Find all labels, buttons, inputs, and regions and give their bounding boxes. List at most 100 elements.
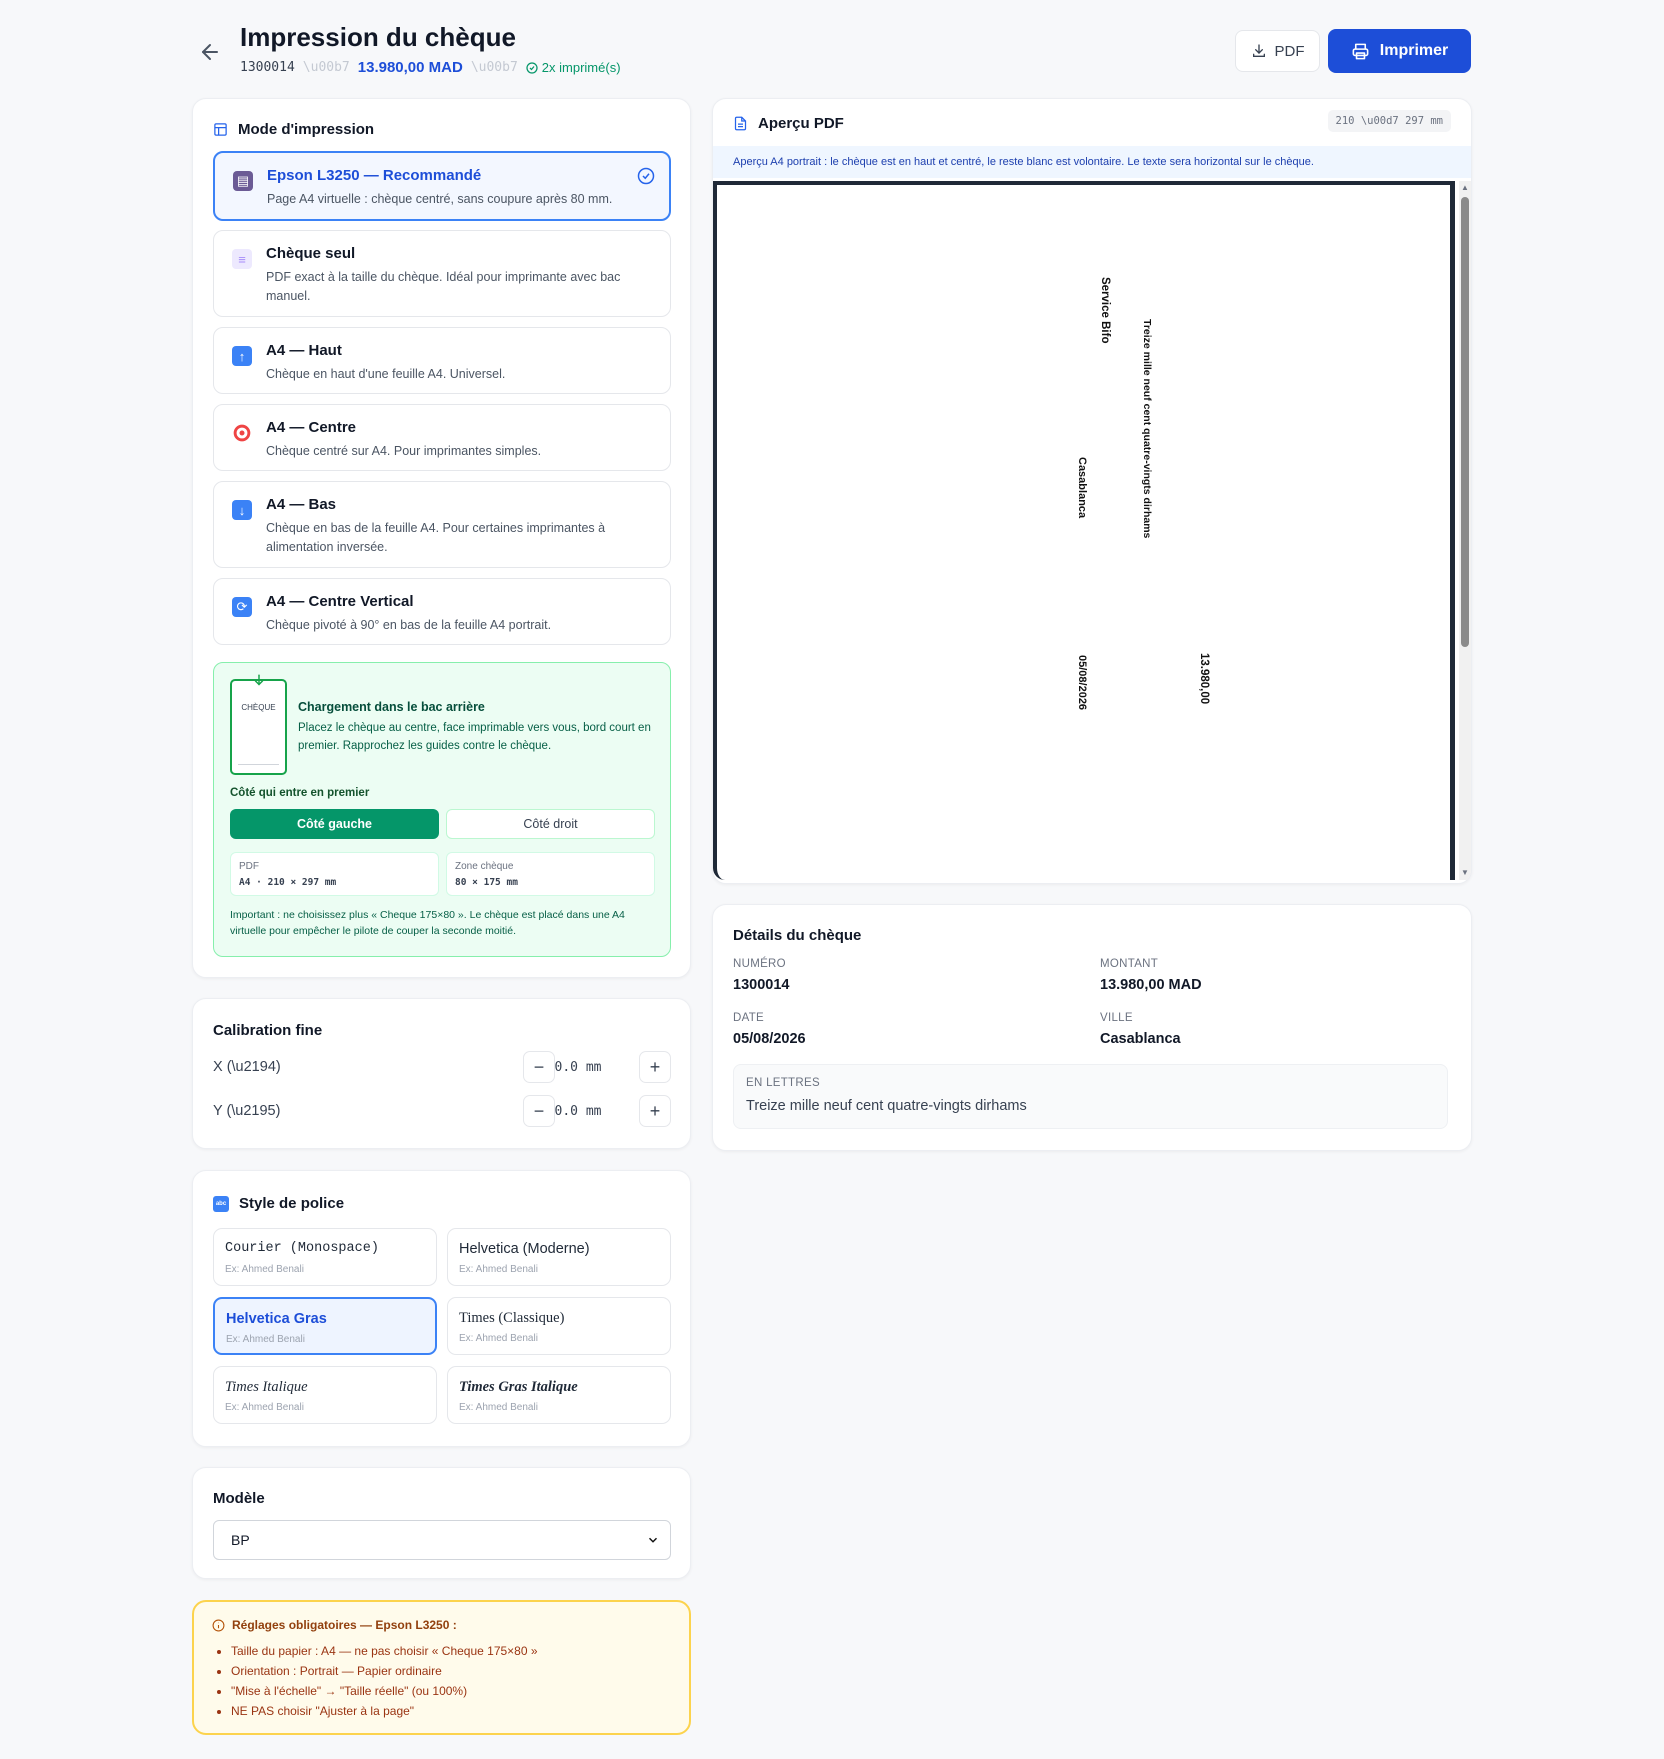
document-icon: ≡: [232, 249, 252, 269]
cheque-illustration-line: [238, 764, 279, 765]
font-option-name: Times Italique: [225, 1379, 308, 1395]
side-label: Côté qui entre en premier: [230, 787, 370, 799]
font-option-courier[interactable]: Courier (Monospace) Ex: Ahmed Benali: [213, 1228, 437, 1286]
separator: \u00b7: [302, 60, 350, 75]
font-option-times-gras-italique[interactable]: Times Gras Italique Ex: Ahmed Benali: [447, 1366, 671, 1424]
pdf-dimensions-badge: 210 \u00d7 297 mm: [1327, 110, 1451, 132]
mode-option-a4-haut[interactable]: ↑ A4 — Haut Chèque en haut d'une feuille…: [213, 327, 671, 394]
cheque-zone-info: Zone chèque 80 × 175 mm: [446, 852, 655, 896]
font-option-example: Ex: Ahmed Benali: [459, 1264, 538, 1275]
required-settings-warning: Réglages obligatoires — Epson L3250 : Ta…: [192, 1600, 691, 1735]
pdf-size-label: PDF: [239, 861, 259, 872]
download-pdf-button[interactable]: PDF: [1235, 30, 1320, 72]
calibration-y-label: Y (\u2195): [213, 1103, 281, 1119]
side-left-button[interactable]: Côté gauche: [230, 809, 439, 839]
printed-count-label: 2x imprimé(s): [541, 60, 621, 75]
cheque-details-title: Détails du chèque: [733, 927, 862, 944]
font-option-example: Ex: Ahmed Benali: [459, 1402, 538, 1413]
check-circle-icon: [526, 61, 538, 74]
arrow-up-icon: ↑: [232, 346, 252, 366]
mode-option-desc: Chèque en bas de la feuille A4. Pour cer…: [266, 521, 606, 554]
pdf-preview-title: Aperçu PDF: [733, 115, 844, 132]
y-offset-value: 0.0 mm: [554, 1104, 602, 1119]
cheque-zone-label: Zone chèque: [455, 861, 514, 872]
date-label: DATE: [733, 1012, 765, 1024]
mode-option-epson[interactable]: ▤ Epson L3250 — Recommandé Page A4 virtu…: [213, 151, 671, 221]
font-style-title-label: Style de police: [239, 1195, 345, 1212]
warning-title-label: Réglages obligatoires — Epson L3250 :: [232, 1618, 457, 1632]
selected-check-icon: [637, 167, 655, 185]
font-option-name: Times (Classique): [459, 1310, 565, 1326]
font-option-times[interactable]: Times (Classique) Ex: Ahmed Benali: [447, 1297, 671, 1355]
warning-item: NE PAS choisir "Ajuster à la page": [231, 1701, 538, 1721]
preview-payee: Service Bifo: [1099, 277, 1111, 344]
font-abc-icon: abc: [213, 1195, 229, 1212]
font-style-card: abc Style de police Courier (Monospace) …: [192, 1170, 691, 1447]
mode-option-cheque-seul[interactable]: ≡ Chèque seul PDF exact à la taille du c…: [213, 230, 671, 317]
rotate-icon: ⟳: [232, 597, 252, 617]
y-increment-button[interactable]: +: [639, 1095, 671, 1127]
font-option-example: Ex: Ahmed Benali: [226, 1334, 305, 1345]
montant-value: 13.980,00 MAD: [1100, 977, 1202, 993]
mode-option-desc: PDF exact à la taille du chèque. Idéal p…: [266, 270, 621, 303]
calibration-y-row: Y (\u2195) − 0.0 mm +: [213, 1095, 673, 1129]
side-right-button[interactable]: Côté droit: [446, 809, 655, 839]
font-option-helvetica[interactable]: Helvetica (Moderne) Ex: Ahmed Benali: [447, 1228, 671, 1286]
print-button[interactable]: Imprimer: [1328, 29, 1471, 73]
warning-title: Réglages obligatoires — Epson L3250 :: [212, 1618, 457, 1632]
date-value: 05/08/2026: [733, 1031, 806, 1047]
warning-item: Taille du papier : A4 — ne pas choisir «…: [231, 1641, 538, 1661]
mode-option-a4-bas[interactable]: ↓ A4 — Bas Chèque en bas de la feuille A…: [213, 481, 671, 568]
pdf-page-preview: Service Bifo Treize mille neuf cent quat…: [713, 181, 1455, 880]
loading-instructions: CHÈQUE Chargement dans le bac arrière Pl…: [213, 662, 671, 957]
font-option-times-italique[interactable]: Times Italique Ex: Ahmed Benali: [213, 1366, 437, 1424]
preview-date: 05/08/2026: [1076, 655, 1088, 711]
scroll-up-arrow-icon[interactable]: ▲: [1461, 184, 1469, 192]
layout-icon: [214, 123, 227, 136]
info-icon: [212, 1619, 225, 1631]
back-arrow-icon[interactable]: [198, 40, 222, 64]
numero-label: NUMÉRO: [733, 958, 786, 970]
mode-option-desc: Chèque centré sur A4. Pour imprimantes s…: [266, 444, 542, 458]
loading-desc: Placez le chèque au centre, face imprima…: [298, 722, 651, 752]
pdf-preview-card: Aperçu PDF 210 \u00d7 297 mm Aperçu A4 p…: [712, 98, 1472, 884]
font-option-name: Helvetica (Moderne): [459, 1241, 590, 1257]
font-style-title: abc Style de police: [213, 1195, 344, 1212]
pdf-preview-info: Aperçu A4 portrait : le chèque est en ha…: [713, 146, 1471, 178]
cheque-amount: 13.980,00 MAD: [357, 59, 463, 76]
calibration-x-label: X (\u2194): [213, 1059, 281, 1075]
arrow-down-icon: [254, 674, 264, 686]
printed-count: 2x imprimé(s): [526, 60, 621, 75]
mode-option-title: A4 — Centre: [266, 419, 357, 436]
font-option-name: Courier (Monospace): [225, 1241, 379, 1256]
printer-icon: ▤: [233, 171, 253, 191]
mode-option-desc: Chèque pivoté à 90° en bas de la feuille…: [266, 618, 552, 632]
warning-list: Taille du papier : A4 — ne pas choisir «…: [231, 1641, 538, 1721]
mode-option-title: A4 — Bas: [266, 496, 337, 513]
scrollbar-thumb[interactable]: [1461, 197, 1469, 647]
mode-option-title: A4 — Centre Vertical: [266, 593, 414, 610]
cheque-summary: 1300014 \u00b7 13.980,00 MAD \u00b7 2x i…: [240, 59, 621, 76]
warning-item: Orientation : Portrait — Papier ordinair…: [231, 1661, 538, 1681]
cheque-details-card: Détails du chèque NUMÉRO 1300014 MONTANT…: [712, 904, 1472, 1151]
mode-option-desc: Chèque en haut d'une feuille A4. Univers…: [266, 367, 506, 381]
page-title: Impression du chèque: [240, 22, 516, 52]
arrow-down-icon: ↓: [232, 500, 252, 520]
preview-scrollbar[interactable]: ▲ ▼: [1459, 181, 1471, 880]
font-option-name: Helvetica Gras: [226, 1311, 327, 1327]
print-mode-title-label: Mode d'impression: [238, 121, 375, 138]
target-icon: [232, 423, 252, 443]
pdf-size-value: A4 · 210 × 297 mm: [239, 877, 337, 888]
pdf-preview-title-label: Aperçu PDF: [758, 115, 844, 132]
x-increment-button[interactable]: +: [639, 1051, 671, 1083]
calibration-title: Calibration fine: [213, 1022, 323, 1039]
cheque-number: 1300014: [240, 60, 295, 75]
mode-option-a4-centre[interactable]: A4 — Centre Chèque centré sur A4. Pour i…: [213, 404, 671, 471]
model-select[interactable]: BP: [213, 1520, 671, 1560]
font-option-helvetica-gras[interactable]: Helvetica Gras Ex: Ahmed Benali: [213, 1297, 437, 1355]
print-mode-title: Mode d'impression: [213, 121, 374, 138]
mode-option-a4-centre-vertical[interactable]: ⟳ A4 — Centre Vertical Chèque pivoté à 9…: [213, 578, 671, 645]
file-text-icon: [734, 116, 747, 131]
scroll-down-arrow-icon[interactable]: ▼: [1461, 869, 1469, 877]
montant-label: MONTANT: [1100, 958, 1159, 970]
